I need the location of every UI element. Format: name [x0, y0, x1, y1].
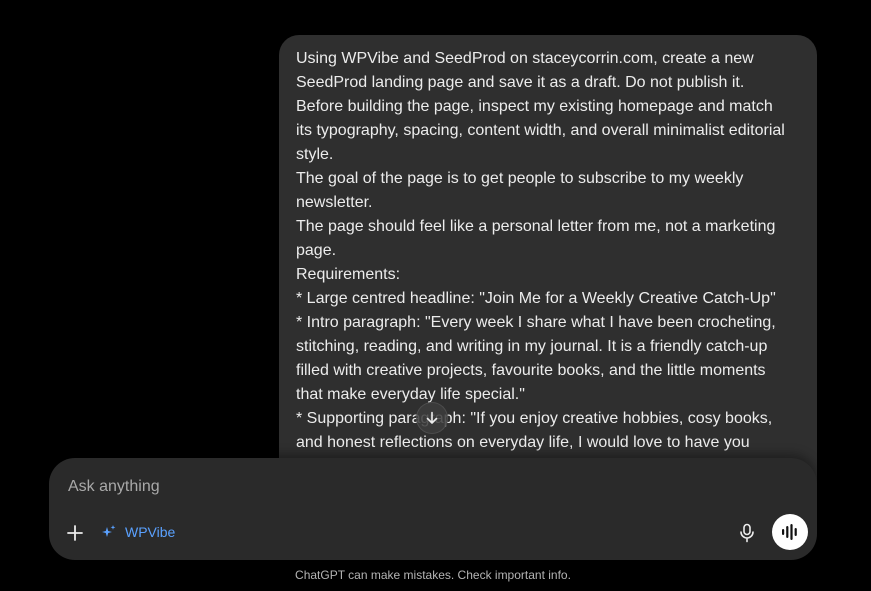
message-line: The page should feel like a personal let… [296, 218, 776, 235]
message-line: style. [296, 146, 334, 163]
message-line: The goal of the page is to get people to… [296, 170, 744, 187]
user-message-bubble: Using WPVibe and SeedProd on staceycorri… [279, 35, 817, 505]
sparkle-icon [102, 525, 116, 537]
message-line: * Supporting paragraph: "If you enjoy cr… [296, 410, 773, 427]
disclaimer-text: ChatGPT can make mistakes. Check importa… [295, 568, 571, 582]
microphone-icon [740, 523, 754, 543]
message-line: newsletter. [296, 194, 373, 211]
message-line: * Intro paragraph: "Every week I share w… [296, 314, 776, 331]
tool-label: WPVibe [125, 524, 176, 540]
add-attachment-button[interactable] [63, 521, 87, 545]
composer: Ask anything WPVibe [49, 458, 817, 560]
scroll-to-bottom-button[interactable] [416, 402, 448, 434]
message-line: SeedProd landing page and save it as a d… [296, 74, 745, 91]
message-line: filled with creative projects, favourite… [296, 362, 766, 379]
chat-page: Using WPVibe and SeedProd on staceycorri… [0, 0, 871, 591]
message-line: Using WPVibe and SeedProd on staceycorri… [296, 50, 754, 67]
message-line: page. [296, 242, 337, 259]
dictate-button[interactable] [735, 521, 759, 545]
voice-waveform-icon [782, 524, 797, 540]
message-line: Requirements: [296, 266, 401, 283]
message-line: Before building the page, inspect my exi… [296, 98, 773, 115]
prompt-input[interactable]: Ask anything [68, 477, 160, 497]
voice-mode-button[interactable] [772, 514, 808, 550]
message-line: * Large centred headline: "Join Me for a… [296, 290, 776, 307]
message-line: its typography, spacing, content width, … [296, 122, 785, 139]
arrow-down-icon [426, 411, 438, 424]
message-line: stitching, reading, and writing in my jo… [296, 338, 768, 355]
tool-chip-wpvibe[interactable]: WPVibe [101, 520, 175, 544]
message-line: and honest reflections on everyday life,… [296, 434, 750, 451]
message-line: that make everyday life special." [296, 386, 525, 403]
plus-icon [67, 525, 83, 541]
